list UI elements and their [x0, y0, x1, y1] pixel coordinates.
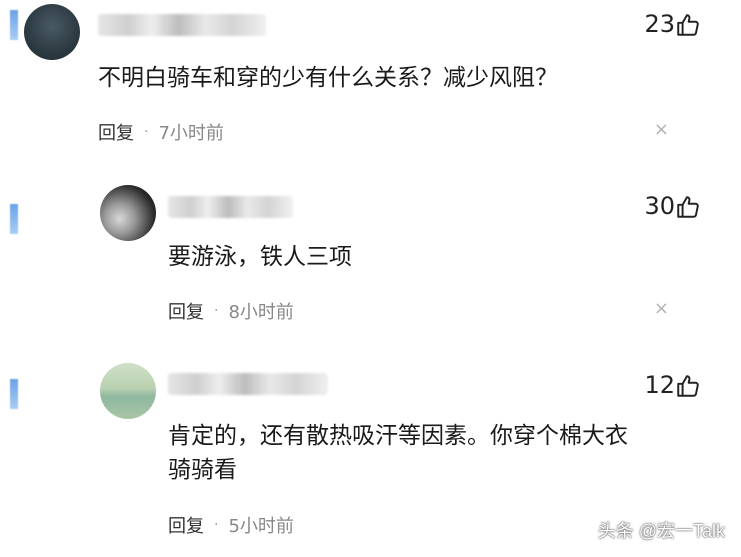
close-icon[interactable]: ×: [654, 298, 669, 319]
comment-text: 肯定的，还有散热吸汗等因素。你穿个棉大衣 骑骑看: [168, 423, 628, 483]
comment-meta: 回复 · 8小时前: [168, 298, 294, 324]
avatar[interactable]: [100, 363, 156, 419]
comment-text: 不明白骑车和穿的少有什么关系？减少风阻？: [98, 65, 558, 91]
timestamp: 8小时前: [228, 302, 294, 323]
username-blurred[interactable]: [98, 14, 266, 36]
blurred-mark: [10, 10, 18, 40]
reply-button[interactable]: 回复: [98, 119, 134, 145]
username-blurred[interactable]: [168, 373, 328, 395]
comment-item: 30 要游泳，铁人三项 回复 · 8小时前 ×: [0, 180, 741, 350]
comment-meta: 回复 · 5小时前: [168, 512, 294, 538]
comment-meta: 回复 · 7小时前: [98, 119, 224, 145]
watermark: 头条 @宏一Talk: [597, 521, 725, 541]
timestamp: 7小时前: [158, 123, 224, 144]
like-count: 23: [644, 10, 675, 38]
reply-button[interactable]: 回复: [168, 298, 204, 324]
thumbs-up-icon[interactable]: [675, 373, 701, 399]
close-icon[interactable]: ×: [654, 119, 669, 140]
thumbs-up-icon[interactable]: [675, 12, 701, 38]
separator-dot: ·: [214, 303, 219, 319]
username-blurred[interactable]: [168, 196, 293, 218]
reply-button[interactable]: 回复: [168, 512, 204, 538]
like-count: 12: [644, 371, 675, 399]
separator-dot: ·: [214, 517, 219, 533]
avatar[interactable]: [24, 4, 80, 60]
timestamp: 5小时前: [228, 516, 294, 537]
comment-item: 23 不明白骑车和穿的少有什么关系？减少风阻？ 回复 · 7小时前 ×: [0, 0, 741, 170]
separator-dot: ·: [144, 124, 149, 140]
blurred-mark: [10, 204, 18, 234]
comment-text: 要游泳，铁人三项: [168, 244, 352, 270]
thumbs-up-icon[interactable]: [675, 194, 701, 220]
like-count: 30: [644, 192, 675, 220]
avatar[interactable]: [100, 185, 156, 241]
blurred-mark: [10, 379, 18, 409]
